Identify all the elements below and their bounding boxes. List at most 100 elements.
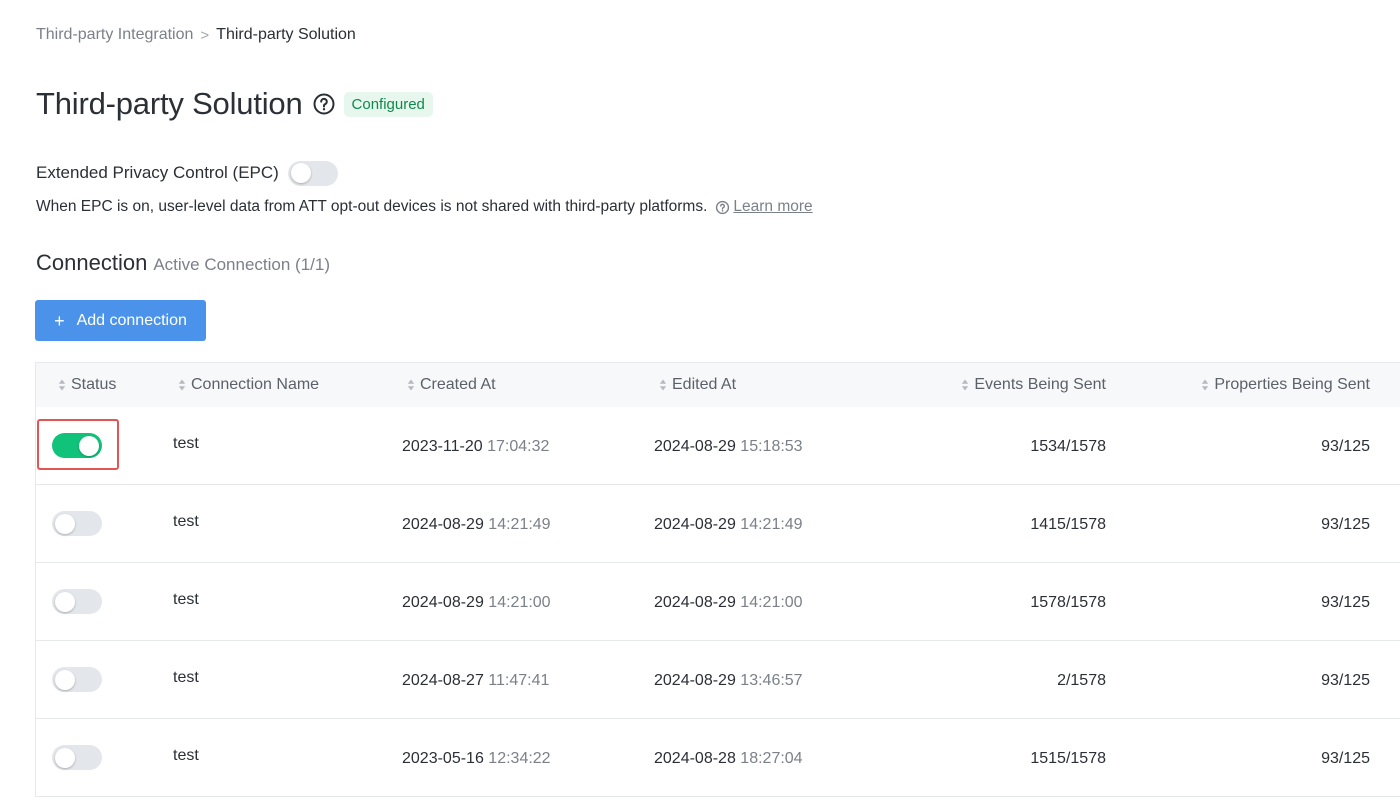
column-header-label: Connection Name xyxy=(191,376,320,393)
edited-date: 2024-08-29 xyxy=(654,594,736,611)
table-row: test 2023-05-16 12:34:22 2024-08-28 18:2… xyxy=(36,719,1400,797)
plus-icon: + xyxy=(54,310,65,331)
status-toggle[interactable] xyxy=(52,589,102,614)
add-connection-label: Add connection xyxy=(76,311,187,329)
created-at: 2024-08-29 14:21:00 xyxy=(402,594,551,612)
add-connection-button[interactable]: + Add connection xyxy=(35,300,206,341)
events-being-sent: 2/1578 xyxy=(1057,672,1106,689)
toggle-knob xyxy=(55,591,75,612)
events-being-sent: 1534/1578 xyxy=(1030,438,1106,455)
sort-icon xyxy=(961,379,969,391)
properties-being-sent: 93/125 xyxy=(1321,672,1370,689)
breadcrumb: Third-party Integration > Third-party So… xyxy=(36,24,356,46)
column-header-label: Properties Being Sent xyxy=(1214,376,1370,393)
connection-name: test xyxy=(173,435,199,452)
column-header-label: Status xyxy=(71,376,117,393)
created-at: 2024-08-29 14:21:49 xyxy=(402,516,551,534)
learn-more-link[interactable]: Learn more xyxy=(733,198,812,216)
toggle-knob xyxy=(55,513,75,534)
sort-icon xyxy=(1201,379,1209,391)
status-toggle[interactable] xyxy=(52,667,102,692)
section-subtitle: Active Connection (1/1) xyxy=(153,255,331,274)
events-being-sent: 1415/1578 xyxy=(1030,516,1106,533)
connection-name: test xyxy=(173,747,199,764)
question-circle-icon xyxy=(715,200,730,215)
sort-icon xyxy=(178,379,186,391)
edited-date: 2024-08-28 xyxy=(654,750,736,767)
created-date: 2023-11-20 xyxy=(402,438,483,455)
column-header-created[interactable]: Created At xyxy=(407,363,496,407)
created-time: 17:04:32 xyxy=(487,438,550,455)
edited-at: 2024-08-29 15:18:53 xyxy=(654,438,803,456)
connection-name: test xyxy=(173,591,199,608)
toggle-knob xyxy=(55,669,75,690)
edited-at: 2024-08-28 18:27:04 xyxy=(654,750,803,768)
edited-date: 2024-08-29 xyxy=(654,516,736,533)
events-being-sent: 1515/1578 xyxy=(1030,750,1106,767)
edited-time: 14:21:00 xyxy=(740,594,803,611)
created-at: 2023-11-20 17:04:32 xyxy=(402,438,549,456)
properties-being-sent: 93/125 xyxy=(1321,438,1370,455)
breadcrumb-separator: > xyxy=(200,26,210,44)
status-toggle[interactable] xyxy=(52,745,102,770)
table-row: test 2024-08-29 14:21:00 2024-08-29 14:2… xyxy=(36,563,1400,641)
created-at: 2023-05-16 12:34:22 xyxy=(402,750,551,768)
breadcrumb-current: Third-party Solution xyxy=(216,26,356,43)
epc-description: When EPC is on, user-level data from ATT… xyxy=(36,198,708,215)
page-title: Third-party Solution xyxy=(36,86,303,121)
table-row: test 2024-08-29 14:21:49 2024-08-29 14:2… xyxy=(36,485,1400,563)
table-row: test 2024-08-27 11:47:41 2024-08-29 13:4… xyxy=(36,641,1400,719)
properties-being-sent: 93/125 xyxy=(1321,750,1370,767)
properties-being-sent: 93/125 xyxy=(1321,516,1370,533)
created-time: 11:47:41 xyxy=(488,672,550,689)
connection-name: test xyxy=(173,513,199,530)
toggle-knob xyxy=(290,163,311,183)
column-header-properties[interactable]: Properties Being Sent xyxy=(1201,363,1370,407)
edited-time: 15:18:53 xyxy=(740,438,803,455)
edited-at: 2024-08-29 14:21:49 xyxy=(654,516,803,534)
table-row: test 2023-11-20 17:04:32 2024-08-29 15:1… xyxy=(36,407,1400,485)
column-header-label: Edited At xyxy=(672,376,737,393)
column-header-status[interactable]: Status xyxy=(58,363,116,407)
created-date: 2024-08-27 xyxy=(402,672,484,689)
connections-table: Status Connection Name Created At Edited… xyxy=(35,362,1400,797)
created-time: 12:34:22 xyxy=(488,750,551,767)
created-at: 2024-08-27 11:47:41 xyxy=(402,672,549,690)
toggle-knob xyxy=(55,747,75,768)
sort-icon xyxy=(659,379,667,391)
column-header-edited[interactable]: Edited At xyxy=(659,363,736,407)
epc-description-row: When EPC is on, user-level data from ATT… xyxy=(36,196,813,218)
properties-being-sent: 93/125 xyxy=(1321,594,1370,611)
connection-name: test xyxy=(173,669,199,686)
connection-section-header: Connection Active Connection (1/1) xyxy=(36,250,330,280)
column-header-events[interactable]: Events Being Sent xyxy=(961,363,1106,407)
column-header-label: Created At xyxy=(420,376,496,393)
help-icon[interactable] xyxy=(312,92,336,116)
created-time: 14:21:00 xyxy=(488,594,551,611)
table-header: Status Connection Name Created At Edited… xyxy=(36,363,1400,407)
section-title: Connection xyxy=(36,250,148,275)
highlight-box xyxy=(37,419,119,470)
edited-date: 2024-08-29 xyxy=(654,438,736,455)
status-badge: Configured xyxy=(343,91,433,117)
status-toggle[interactable] xyxy=(52,511,102,536)
breadcrumb-link-integration[interactable]: Third-party Integration xyxy=(36,26,193,44)
page-header: Third-party Solution Configured xyxy=(36,84,433,124)
created-date: 2024-08-29 xyxy=(402,516,484,533)
column-header-label: Events Being Sent xyxy=(974,376,1106,393)
sort-icon xyxy=(58,379,66,391)
edited-time: 13:46:57 xyxy=(740,672,803,689)
edited-time: 14:21:49 xyxy=(740,516,803,533)
edited-at: 2024-08-29 14:21:00 xyxy=(654,594,803,612)
edited-time: 18:27:04 xyxy=(740,750,803,767)
epc-row: Extended Privacy Control (EPC) xyxy=(36,160,338,186)
sort-icon xyxy=(407,379,415,391)
edited-at: 2024-08-29 13:46:57 xyxy=(654,672,803,690)
created-date: 2024-08-29 xyxy=(402,594,484,611)
epc-label: Extended Privacy Control (EPC) xyxy=(36,163,279,182)
epc-toggle[interactable] xyxy=(287,160,338,186)
edited-date: 2024-08-29 xyxy=(654,672,736,689)
column-header-name[interactable]: Connection Name xyxy=(178,363,319,407)
events-being-sent: 1578/1578 xyxy=(1030,594,1106,611)
created-date: 2023-05-16 xyxy=(402,750,484,767)
